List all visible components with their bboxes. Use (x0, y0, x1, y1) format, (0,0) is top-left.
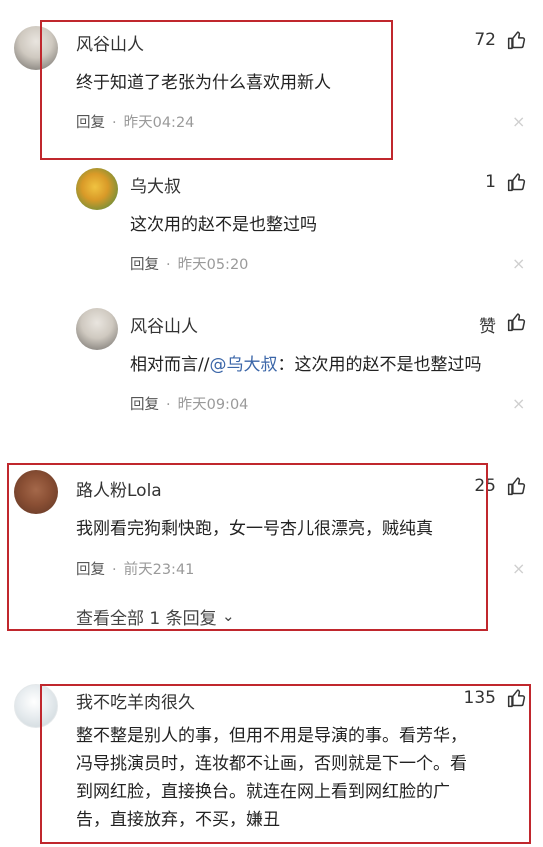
like-count: 1 (485, 172, 496, 192)
reply-meta: 回复 · 昨天09:04 (130, 393, 248, 414)
close-icon[interactable]: × (512, 559, 525, 578)
highlight-frame (7, 463, 488, 631)
highlight-frame (40, 684, 531, 844)
reply-text: 相对而言//@乌大叔：这次用的赵不是也整过吗 (130, 350, 481, 375)
reply-meta: 回复 · 昨天05:20 (130, 253, 248, 274)
close-icon[interactable]: × (512, 254, 525, 273)
reply-text-suffix: ：这次用的赵不是也整过吗 (277, 355, 482, 375)
reply-author[interactable]: 乌大叔 (130, 172, 181, 197)
avatar[interactable] (76, 168, 118, 210)
like-label: 赞 (479, 317, 496, 337)
reply-button[interactable]: 回复 (130, 257, 159, 273)
reply-text-prefix: 相对而言// (130, 355, 210, 375)
close-icon[interactable]: × (512, 394, 525, 413)
highlight-frame (40, 20, 393, 160)
thumbs-up-icon[interactable] (507, 476, 527, 496)
reply-button[interactable]: 回复 (130, 397, 159, 413)
timestamp: 昨天09:04 (177, 397, 249, 413)
separator-dot: · (166, 257, 171, 273)
reply-author[interactable]: 风谷山人 (130, 312, 198, 337)
mention-link[interactable]: @乌大叔 (209, 355, 277, 375)
like-count: 72 (474, 30, 496, 50)
thumbs-up-icon[interactable] (507, 30, 527, 50)
separator-dot: · (166, 397, 171, 413)
close-icon[interactable]: × (512, 112, 525, 131)
reply-text: 这次用的赵不是也整过吗 (130, 215, 317, 235)
thumbs-up-icon[interactable] (507, 172, 527, 192)
timestamp: 昨天05:20 (177, 257, 249, 273)
avatar[interactable] (76, 308, 118, 350)
thumbs-up-icon[interactable] (507, 312, 527, 332)
